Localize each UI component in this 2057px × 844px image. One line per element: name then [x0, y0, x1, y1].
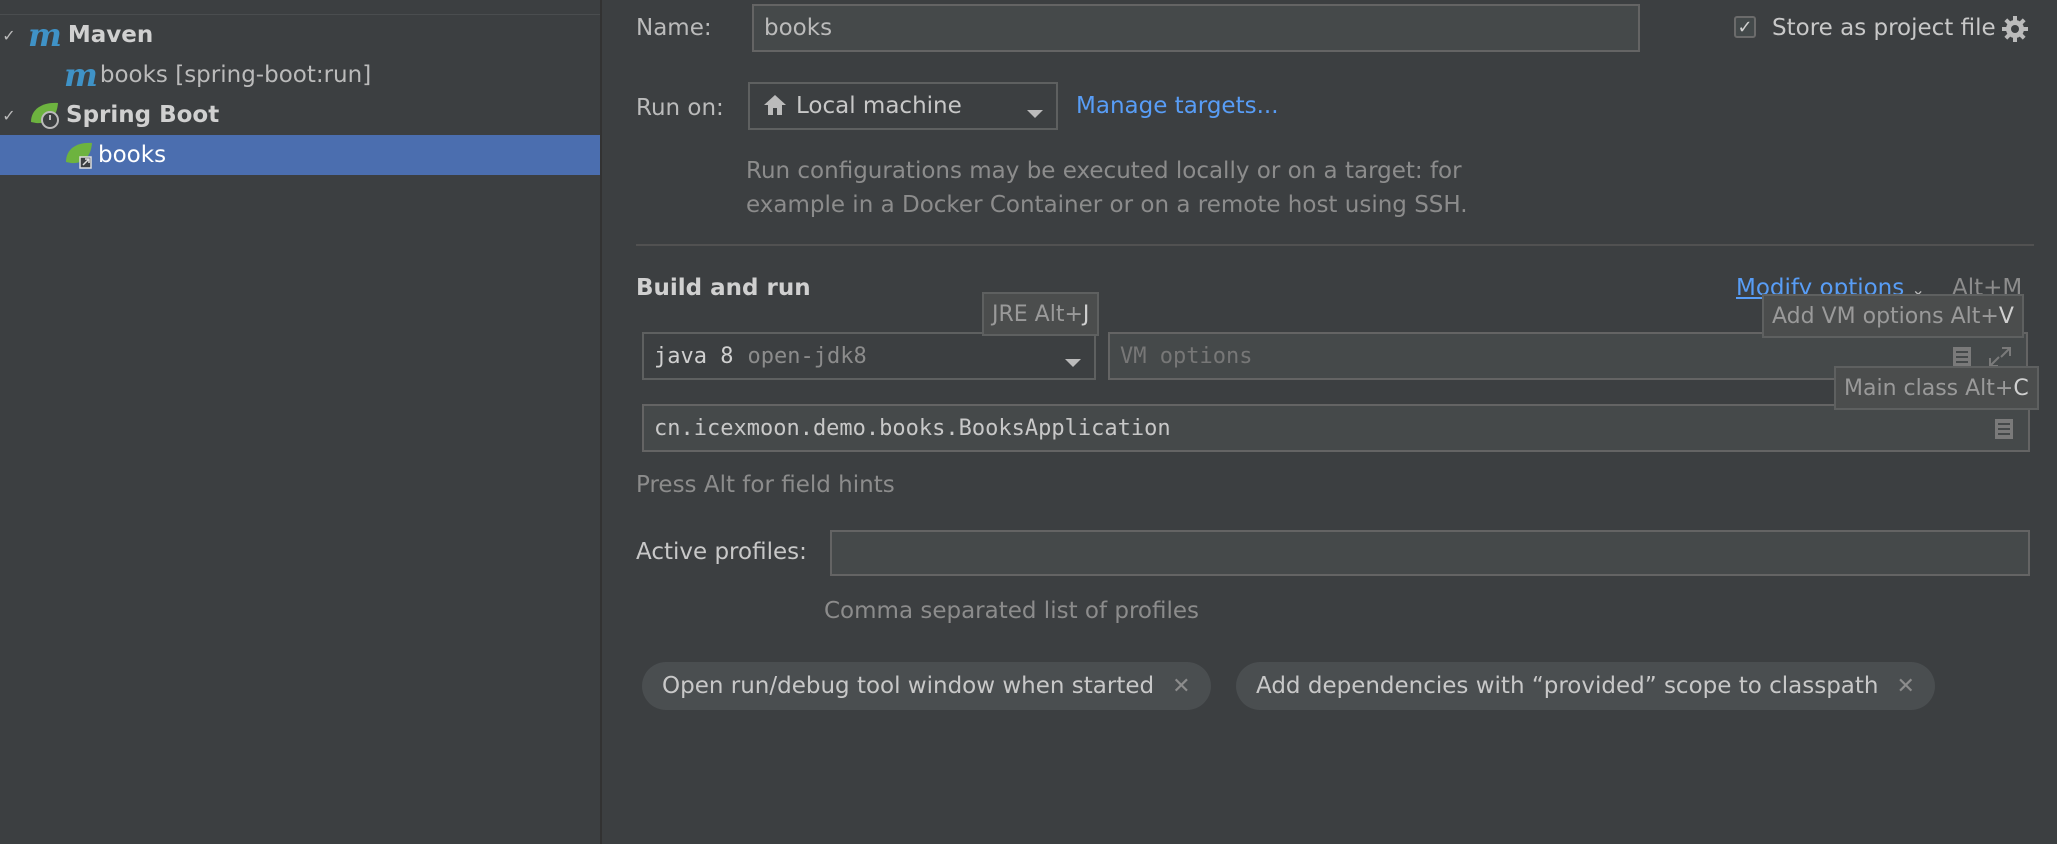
tooltip-text: JRE Alt+	[992, 301, 1083, 327]
chevron-down-icon[interactable]: ✓	[0, 26, 18, 45]
tree-item-spring-boot[interactable]: ✓ Spring Boot	[0, 95, 600, 135]
main-class-shortcut-tooltip: Main class Alt+ C	[1834, 366, 2039, 410]
chevron-down-icon	[1064, 350, 1082, 375]
name-label-text: Name:	[636, 15, 712, 41]
tree-item-books-spring[interactable]: books	[0, 135, 600, 175]
tooltip-key: V	[1998, 303, 2014, 329]
chip-add-provided-dependencies[interactable]: Add dependencies with “provided” scope t…	[1236, 662, 1935, 710]
close-icon[interactable]: ✕	[1897, 674, 1915, 699]
tooltip-text: Add VM options Alt+	[1772, 303, 1999, 329]
name-field-value: books	[764, 15, 833, 41]
tooltip-text: Main class Alt+	[1844, 375, 2014, 401]
tree-item-label: Spring Boot	[66, 102, 220, 128]
run-on-description-line2: example in a Docker Container or on a re…	[746, 192, 1468, 218]
main-class-input[interactable]: cn.icexmoon.demo.books.BooksApplication	[642, 404, 2030, 452]
section-divider	[636, 244, 2034, 246]
field-hints-text: Press Alt for field hints	[636, 472, 895, 498]
jre-sub-text: open-jdk8	[747, 343, 867, 369]
tooltip-key: C	[2013, 375, 2029, 401]
spring-boot-app-icon	[64, 140, 96, 170]
active-profiles-label: Active profiles:	[636, 539, 807, 565]
manage-targets-link[interactable]: Manage targets...	[1076, 90, 1279, 122]
chevron-down-icon	[1026, 100, 1044, 126]
chip-label: Open run/debug tool window when started	[662, 673, 1155, 699]
tree-item-books-maven[interactable]: m books [spring-boot:run]	[0, 55, 600, 95]
vm-options-shortcut-tooltip: Add VM options Alt+ V	[1762, 294, 2024, 338]
chip-open-run-debug-window[interactable]: Open run/debug tool window when started …	[642, 662, 1211, 710]
document-icon[interactable]	[1994, 418, 2014, 446]
run-on-description-line1: Run configurations may be executed local…	[746, 158, 1462, 184]
tooltip-key: J	[1082, 301, 1090, 327]
jre-shortcut-tooltip: JRE Alt+ J	[982, 292, 1100, 336]
build-and-run-title: Build and run	[636, 275, 811, 301]
tree-item-label: books [spring-boot:run]	[99, 62, 372, 88]
tree-item-label: Maven	[67, 22, 154, 48]
close-icon[interactable]: ✕	[1172, 674, 1190, 699]
maven-icon: m	[28, 16, 62, 54]
store-as-project-file-checkbox[interactable]: ✓	[1734, 16, 1756, 38]
run-on-label: Run on:	[636, 95, 724, 121]
jre-select[interactable]: java 8 open-jdk8	[642, 332, 1096, 380]
active-profiles-input[interactable]	[830, 530, 2030, 576]
maven-icon: m	[64, 56, 98, 94]
chevron-down-icon[interactable]: ✓	[0, 106, 18, 125]
tree-top-strip	[0, 0, 600, 15]
gear-icon[interactable]	[2000, 14, 2030, 44]
run-on-value: Local machine	[796, 93, 962, 119]
store-as-project-file-label[interactable]: Store as project file	[1772, 12, 1996, 44]
jre-main-text: java 8	[654, 343, 734, 369]
run-on-select[interactable]: Local machine	[748, 82, 1058, 130]
spring-boot-icon	[28, 100, 62, 130]
name-label: Name:	[636, 12, 712, 44]
chip-label: Add dependencies with “provided” scope t…	[1256, 673, 1879, 699]
tree-item-maven[interactable]: ✓ m Maven	[0, 15, 600, 55]
tree-item-label: books	[98, 142, 167, 168]
active-profiles-hint: Comma separated list of profiles	[824, 598, 1200, 624]
name-field[interactable]: books	[752, 4, 1640, 52]
vm-options-placeholder: VM options	[1120, 343, 1253, 369]
home-icon	[762, 93, 790, 119]
main-class-value: cn.icexmoon.demo.books.BooksApplication	[654, 415, 1171, 441]
